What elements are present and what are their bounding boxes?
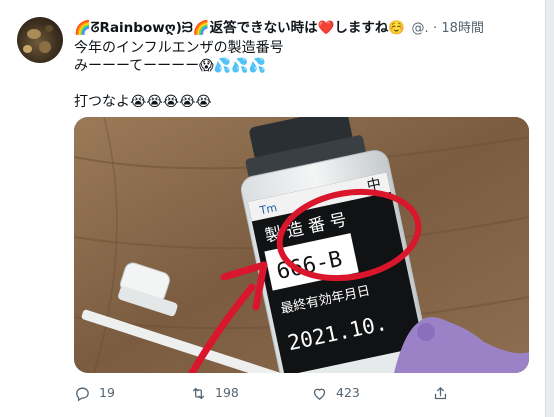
display-name[interactable]: 🌈ᘔRainbowღ)ᙣ🌈返答できない時は❤️しますね☺️	[74, 20, 405, 36]
reply-icon	[76, 387, 89, 401]
retweet-button[interactable]: 198	[190, 383, 239, 403]
tweet-text-line: 今年のインフルエンザの製造番号	[74, 40, 284, 56]
user-handle[interactable]: @.	[412, 21, 429, 36]
tweet-text-line: みーーーてーーーー😱💦💦💦	[74, 58, 267, 74]
tweet-card[interactable]: 🌈ᘔRainbowღ)ᙣ🌈返答できない時は❤️しますね☺️ @. · 18時間 …	[0, 0, 546, 417]
like-button[interactable]: 423	[311, 383, 360, 403]
timestamp[interactable]: 18時間	[441, 21, 484, 36]
retweet-count: 198	[215, 385, 239, 400]
share-button[interactable]	[432, 383, 457, 403]
like-count: 423	[336, 385, 360, 400]
separator-dot: ·	[432, 21, 438, 36]
tweet-media-image[interactable]: Tm 中 製造番号 666-B 最終有効年月日 2021.10.	[74, 117, 529, 373]
reply-button[interactable]: 19	[74, 383, 115, 403]
tweet-header: 🌈ᘔRainbowღ)ᙣ🌈返答できない時は❤️しますね☺️ @. · 18時間	[74, 17, 534, 39]
heart-icon	[313, 388, 326, 400]
tweet-text: 今年のインフルエンザの製造番号 みーーーてーーーー😱💦💦💦 打つなよ😭😭😭😭😭	[74, 39, 524, 111]
tweet-text-line: 打つなよ😭😭😭😭😭	[74, 94, 212, 110]
reply-count: 19	[99, 385, 115, 400]
retweet-icon	[192, 387, 205, 399]
share-icon	[434, 386, 447, 399]
tweet-actions: 19 198 423	[74, 383, 534, 403]
user-avatar[interactable]	[17, 17, 63, 63]
